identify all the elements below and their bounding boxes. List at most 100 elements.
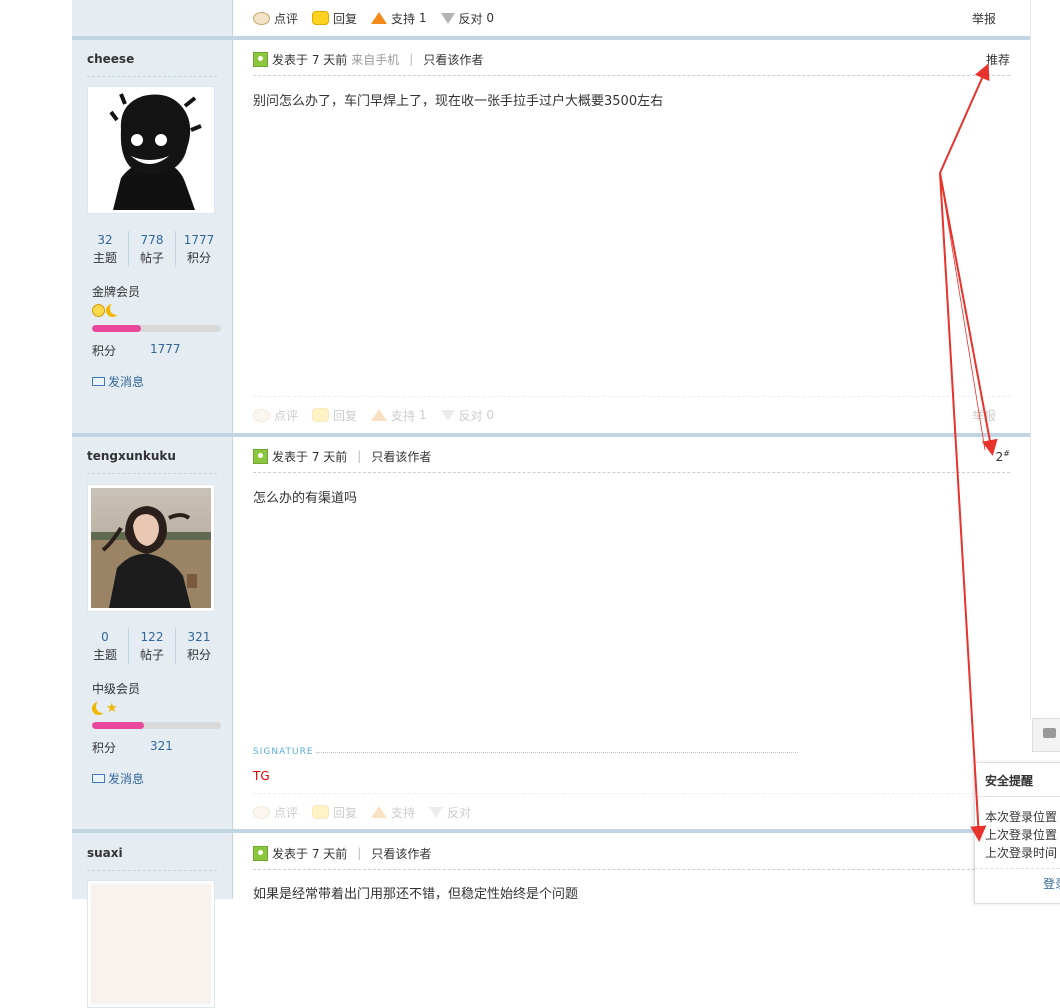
only-author-link[interactable]: 只看该作者 xyxy=(371,448,431,465)
author-name[interactable]: tengxunkuku xyxy=(87,449,176,463)
post-header: 发表于 7 天前 | 只看该作者 xyxy=(253,843,1010,863)
thumb-down-icon xyxy=(440,409,455,421)
signature-label: SIGNATURE xyxy=(253,747,314,757)
author-name[interactable]: suaxi xyxy=(87,846,123,860)
security-reminder-panel: 安全提醒 本次登录位置 上次登录位置 上次登录时间 登录 xyxy=(974,762,1060,904)
send-message-link[interactable]: 发消息 xyxy=(92,373,144,390)
comment-button[interactable]: 点评 xyxy=(253,10,298,27)
author-stats: 32 主题 778 帖子 1777 积分 xyxy=(82,231,222,267)
support-button[interactable]: 支持 1 xyxy=(371,10,427,27)
smiley-icon xyxy=(92,304,105,317)
envelope-icon xyxy=(92,377,105,386)
reply-icon xyxy=(312,408,330,422)
level-progress-fill xyxy=(92,325,142,332)
avatar-image xyxy=(91,884,211,1004)
post-action-bar: 点评 回复 支持 反对 xyxy=(253,802,1010,822)
reply-button[interactable]: 回复 xyxy=(312,10,357,27)
stat-posts[interactable]: 778 帖子 xyxy=(129,231,176,267)
thumb-down-icon xyxy=(429,806,444,818)
stat-credits[interactable]: 1777 积分 xyxy=(176,231,222,267)
comment-icon xyxy=(253,408,270,422)
divider xyxy=(253,793,1010,794)
only-author-link[interactable]: 只看该作者 xyxy=(371,845,431,862)
divider xyxy=(253,869,1010,870)
post-action-bar: 点评 回复 支持 1 反对 0 举报 xyxy=(253,8,1010,28)
user-rank[interactable]: 中级会员 xyxy=(92,680,140,697)
moon-icon xyxy=(92,702,105,715)
author-name[interactable]: cheese xyxy=(87,52,134,66)
online-user-icon xyxy=(253,51,268,67)
stat-threads[interactable]: 0 主题 xyxy=(82,628,129,664)
author-stats: 0 主题 122 帖子 321 积分 xyxy=(82,628,222,664)
level-progress-fill xyxy=(92,722,144,729)
comment-button[interactable]: 点评 xyxy=(253,804,298,821)
comment-icon xyxy=(253,805,270,819)
divider xyxy=(253,75,1010,76)
signature-divider xyxy=(316,752,798,753)
arrow-to-security xyxy=(939,172,987,842)
divider xyxy=(87,76,217,77)
stat-posts[interactable]: 122 帖子 xyxy=(129,628,176,664)
login-time-last: 上次登录时间 xyxy=(985,846,1058,860)
avatar-image xyxy=(91,90,211,210)
oppose-button[interactable]: 反对 0 xyxy=(440,407,494,424)
login-link[interactable]: 登录 xyxy=(1043,875,1060,892)
post-separator xyxy=(72,829,1030,833)
thumb-up-icon xyxy=(371,409,388,421)
security-title: 安全提醒 xyxy=(985,774,1034,788)
floor-number[interactable]: 2# xyxy=(996,449,1010,464)
support-button[interactable]: 支持 xyxy=(371,804,415,821)
rank-icons: ★ xyxy=(92,702,118,715)
login-location-current: 本次登录位置 xyxy=(985,810,1058,824)
arrow-to-recommend xyxy=(939,63,990,174)
points-row: 积分 1777 xyxy=(92,342,181,358)
recommend-link[interactable]: 推荐 xyxy=(986,51,1010,68)
stat-threads[interactable]: 32 主题 xyxy=(82,231,129,267)
thumb-up-icon xyxy=(371,12,388,24)
star-icon: ★ xyxy=(106,701,118,716)
reply-icon xyxy=(312,805,330,819)
reply-button[interactable]: 回复 xyxy=(312,804,357,821)
only-author-link[interactable]: 只看该作者 xyxy=(423,51,483,68)
online-user-icon xyxy=(253,448,268,464)
level-progress-bar xyxy=(92,325,221,332)
avatar[interactable] xyxy=(87,484,215,612)
points-row: 积分 321 xyxy=(92,739,173,755)
moon-icon xyxy=(106,304,119,317)
right-divider xyxy=(1030,0,1031,720)
thumb-down-icon xyxy=(440,12,455,24)
oppose-button[interactable]: 反对 0 xyxy=(440,10,494,27)
oppose-button[interactable]: 反对 xyxy=(429,804,471,821)
divider xyxy=(87,473,217,474)
divider xyxy=(253,396,1010,397)
signature-text: TG xyxy=(253,769,270,783)
online-user-icon xyxy=(253,845,268,861)
comment-button[interactable]: 点评 xyxy=(253,407,298,424)
level-progress-bar xyxy=(92,722,221,729)
login-location-last: 上次登录位置 xyxy=(985,828,1058,842)
support-button[interactable]: 支持 1 xyxy=(371,407,427,424)
post-action-bar: 点评 回复 支持 1 反对 0 举报 xyxy=(253,405,1010,425)
avatar[interactable] xyxy=(87,86,215,214)
post-content: 怎么办的有渠道吗 xyxy=(253,491,358,506)
reply-icon xyxy=(312,11,330,25)
feedback-button[interactable] xyxy=(1032,718,1060,752)
reply-button[interactable]: 回复 xyxy=(312,407,357,424)
send-message-link[interactable]: 发消息 xyxy=(92,770,144,787)
avatar[interactable] xyxy=(87,880,215,1008)
thumb-up-icon xyxy=(371,806,388,818)
post-content: 别问怎么办了，车门早焊上了，现在收一张手拉手过户大概要3500左右 xyxy=(253,94,664,109)
divider xyxy=(87,870,217,871)
report-link[interactable]: 举报 xyxy=(972,407,996,424)
post-separator xyxy=(72,433,1030,437)
envelope-icon xyxy=(92,774,105,783)
comment-icon xyxy=(253,11,270,25)
user-rank[interactable]: 金牌会员 xyxy=(92,283,140,300)
post-content: 如果是经常带着出门用那还不错，但稳定性始终是个问题 xyxy=(253,887,579,902)
rank-icons xyxy=(92,304,119,317)
report-link[interactable]: 举报 xyxy=(972,10,996,27)
avatar-image xyxy=(91,488,211,608)
post-header: 发表于 7 天前 | 只看该作者 2# xyxy=(253,446,1010,466)
stat-credits[interactable]: 321 积分 xyxy=(176,628,222,664)
post-header: 发表于 7 天前 来自手机 | 只看该作者 推荐 xyxy=(253,49,1010,69)
